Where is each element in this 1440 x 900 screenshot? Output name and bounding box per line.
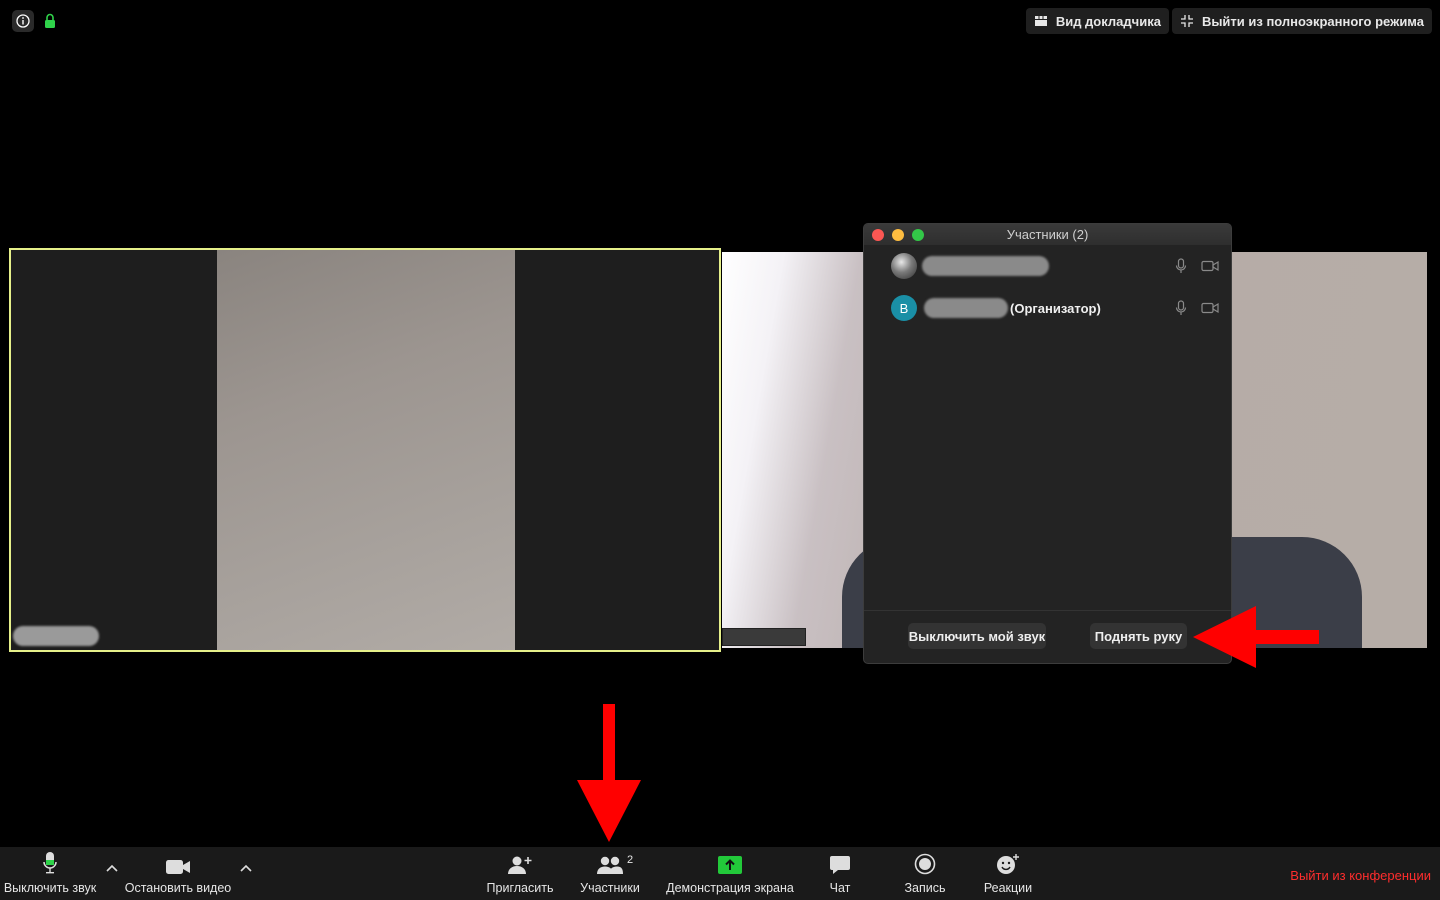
window-close-button[interactable] xyxy=(872,229,884,241)
share-screen-label: Демонстрация экрана xyxy=(666,881,794,895)
camera-icon[interactable] xyxy=(1201,302,1219,314)
stop-video-label: Остановить видео xyxy=(124,881,232,895)
invite-label: Пригласить xyxy=(486,881,554,895)
meeting-toolbar: Выключить звук Остановить видео Пригласи… xyxy=(0,847,1440,900)
reactions-button[interactable]: Реакции xyxy=(980,847,1036,900)
blurred-participant-name xyxy=(924,298,1008,318)
participants-window: Участники (2) B (Организатор) Выключить … xyxy=(863,223,1232,664)
invite-button[interactable]: Пригласить xyxy=(485,847,555,900)
participants-button[interactable]: Участники 2 xyxy=(578,847,642,900)
annotation-arrow-left-icon xyxy=(1193,606,1319,668)
reactions-label: Реакции xyxy=(983,881,1033,895)
encryption-lock-icon[interactable] xyxy=(42,11,58,31)
mute-label: Выключить звук xyxy=(3,881,97,895)
microphone-icon[interactable] xyxy=(1175,300,1187,316)
avatar: B xyxy=(891,295,917,321)
chat-label: Чат xyxy=(829,881,851,895)
share-screen-icon xyxy=(718,856,742,874)
exit-fullscreen-icon xyxy=(1180,15,1193,27)
video-options-chevron-up-icon[interactable] xyxy=(240,863,252,873)
video-camera-icon xyxy=(166,860,190,874)
window-minimize-button[interactable] xyxy=(892,229,904,241)
chat-button[interactable]: Чат xyxy=(822,847,858,900)
participants-footer: Выключить мой звук Поднять руку xyxy=(864,610,1231,663)
blurred-name-tag xyxy=(13,626,99,646)
participant-row-host[interactable]: B (Организатор) xyxy=(864,293,1231,323)
participants-window-titlebar[interactable]: Участники (2) xyxy=(864,224,1231,245)
leave-meeting-button[interactable]: Выйти из конференции xyxy=(1290,868,1431,883)
blurred-participant-name xyxy=(922,256,1049,276)
participants-label: Участники xyxy=(580,881,640,895)
participants-count-badge: 2 xyxy=(627,854,634,866)
annotation-arrow-down-icon xyxy=(577,704,641,842)
avatar-letter: B xyxy=(899,300,909,316)
avatar xyxy=(891,253,917,279)
exit-fullscreen-label: Выйти из полноэкранного режима xyxy=(1201,13,1424,29)
record-label: Запись xyxy=(904,881,946,895)
view-controls: Вид докладчика Выйти из полноэкранного р… xyxy=(1025,8,1432,34)
share-screen-button[interactable]: Демонстрация экрана xyxy=(665,847,795,900)
speaker-view-label: Вид докладчика xyxy=(1055,13,1161,29)
video-feed xyxy=(217,250,515,650)
chat-icon xyxy=(830,856,850,874)
emoji-reaction-icon xyxy=(997,854,1019,874)
host-suffix: (Организатор) xyxy=(1010,300,1101,316)
raise-hand-button[interactable]: Поднять руку xyxy=(1090,623,1187,649)
record-icon xyxy=(914,853,936,875)
window-maximize-button[interactable] xyxy=(912,229,924,241)
speaker-view-button[interactable]: Вид докладчика xyxy=(1025,8,1169,34)
add-user-icon xyxy=(508,856,532,874)
info-icon[interactable] xyxy=(12,10,34,32)
mute-button[interactable]: Выключить звук xyxy=(4,847,96,900)
video-tile-active-speaker[interactable] xyxy=(9,248,721,652)
record-button[interactable]: Запись xyxy=(900,847,950,900)
mute-me-button[interactable]: Выключить мой звук xyxy=(908,623,1046,649)
meeting-info-area xyxy=(12,10,58,32)
grid-view-icon xyxy=(1034,16,1047,26)
stop-video-button[interactable]: Остановить видео xyxy=(124,847,232,900)
participants-icon xyxy=(597,856,623,874)
exit-fullscreen-button[interactable]: Выйти из полноэкранного режима xyxy=(1171,8,1432,34)
participant-name-tag xyxy=(722,628,806,646)
microphone-icon xyxy=(43,852,57,874)
camera-icon[interactable] xyxy=(1201,260,1219,272)
participant-row[interactable] xyxy=(864,251,1231,281)
participants-window-title: Участники (2) xyxy=(1006,227,1089,242)
microphone-icon[interactable] xyxy=(1175,258,1187,274)
audio-options-chevron-up-icon[interactable] xyxy=(106,863,118,873)
